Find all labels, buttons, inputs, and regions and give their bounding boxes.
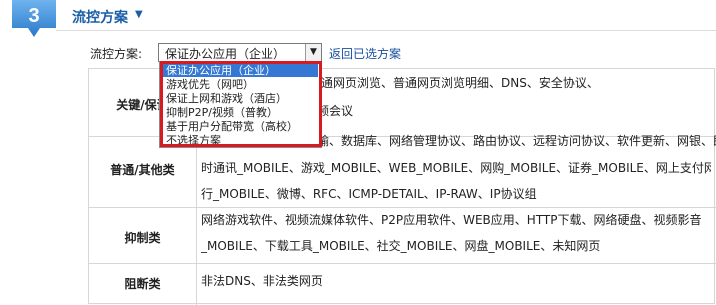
strategy-select-value: 保证办公应用（企业） xyxy=(165,47,286,61)
strategy-label: 流控方案: xyxy=(90,47,143,61)
row-line: 网络游戏软件、视频流媒体软件、P2P应用软件、WEB应用、HTTP下载、网络硬盘… xyxy=(201,213,702,227)
row-line: 频会议 xyxy=(317,104,354,118)
step-header: 3 流控方案 ▼ xyxy=(0,0,716,40)
row-line: 输、数据库、网络管理协议、路由协议、远程访问协议、软件更新、网银、即 xyxy=(317,134,716,148)
strategy-dropdown-list: 保证办公应用（企业） 游戏优先（网吧） 保证上网和游戏（酒店） 抑制P2P/视频… xyxy=(159,61,322,148)
collapse-caret-icon[interactable]: ▼ xyxy=(135,9,143,20)
dropdown-option[interactable]: 基于用户分配带宽（高校） xyxy=(166,120,320,133)
dropdown-option[interactable]: 保证上网和游戏（酒店） xyxy=(166,92,320,105)
header-divider xyxy=(56,30,716,31)
category-cell: 普通/其他类 xyxy=(110,163,175,177)
dropdown-option[interactable]: 抑制P2P/视频（普教） xyxy=(166,106,320,119)
dropdown-option[interactable]: 游戏优先（网吧） xyxy=(166,78,320,91)
row-line: 非法DNS、非法类网页 xyxy=(201,274,323,288)
row-line: 时通讯_MOBILE、游戏_MOBILE、WEB_MOBILE、网购_MOBIL… xyxy=(201,161,711,175)
section-title: 流控方案 xyxy=(72,10,128,26)
category-cell: 阻断类 xyxy=(124,277,161,291)
category-cell: 抑制类 xyxy=(124,231,161,245)
row-line: _MOBILE、下载工具_MOBILE、社交_MOBILE、网盘_MOBILE、… xyxy=(201,239,601,253)
row-divider xyxy=(89,207,716,208)
row-divider xyxy=(89,263,716,264)
select-dropdown-button[interactable]: ▼ xyxy=(305,44,321,61)
dropdown-option[interactable]: 不选择方案 xyxy=(166,134,320,147)
step-number: 3 xyxy=(28,5,40,27)
strategy-select[interactable]: 保证办公应用（企业） ▼ xyxy=(158,43,322,62)
dropdown-option[interactable]: 保证办公应用（企业） xyxy=(163,64,318,77)
back-to-selected-link[interactable]: 返回已选方案 xyxy=(329,45,401,62)
row-line: 行_MOBILE、微博、RFC、ICMP-DETAIL、IP-RAW、IP协议组 xyxy=(201,187,537,201)
